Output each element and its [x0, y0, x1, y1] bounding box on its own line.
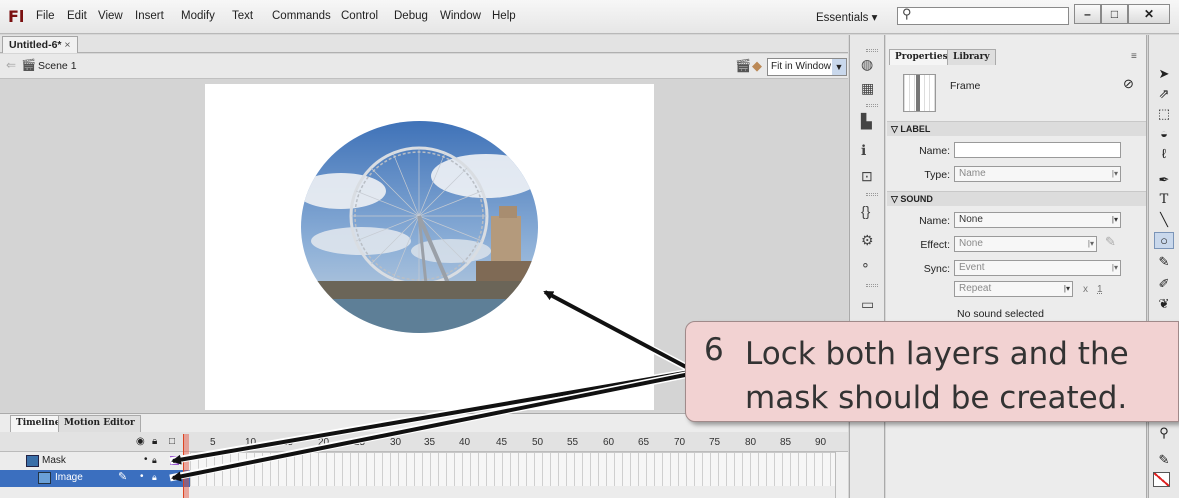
- step-text: Lock both layers and the mask should be …: [745, 336, 1129, 416]
- arrow-to-image-lock: [169, 370, 691, 482]
- arrow-to-mask-lock: [169, 368, 691, 465]
- arrow-to-photo: [540, 287, 690, 372]
- step-number: 6: [704, 332, 724, 368]
- annotation-arrows: [169, 287, 691, 482]
